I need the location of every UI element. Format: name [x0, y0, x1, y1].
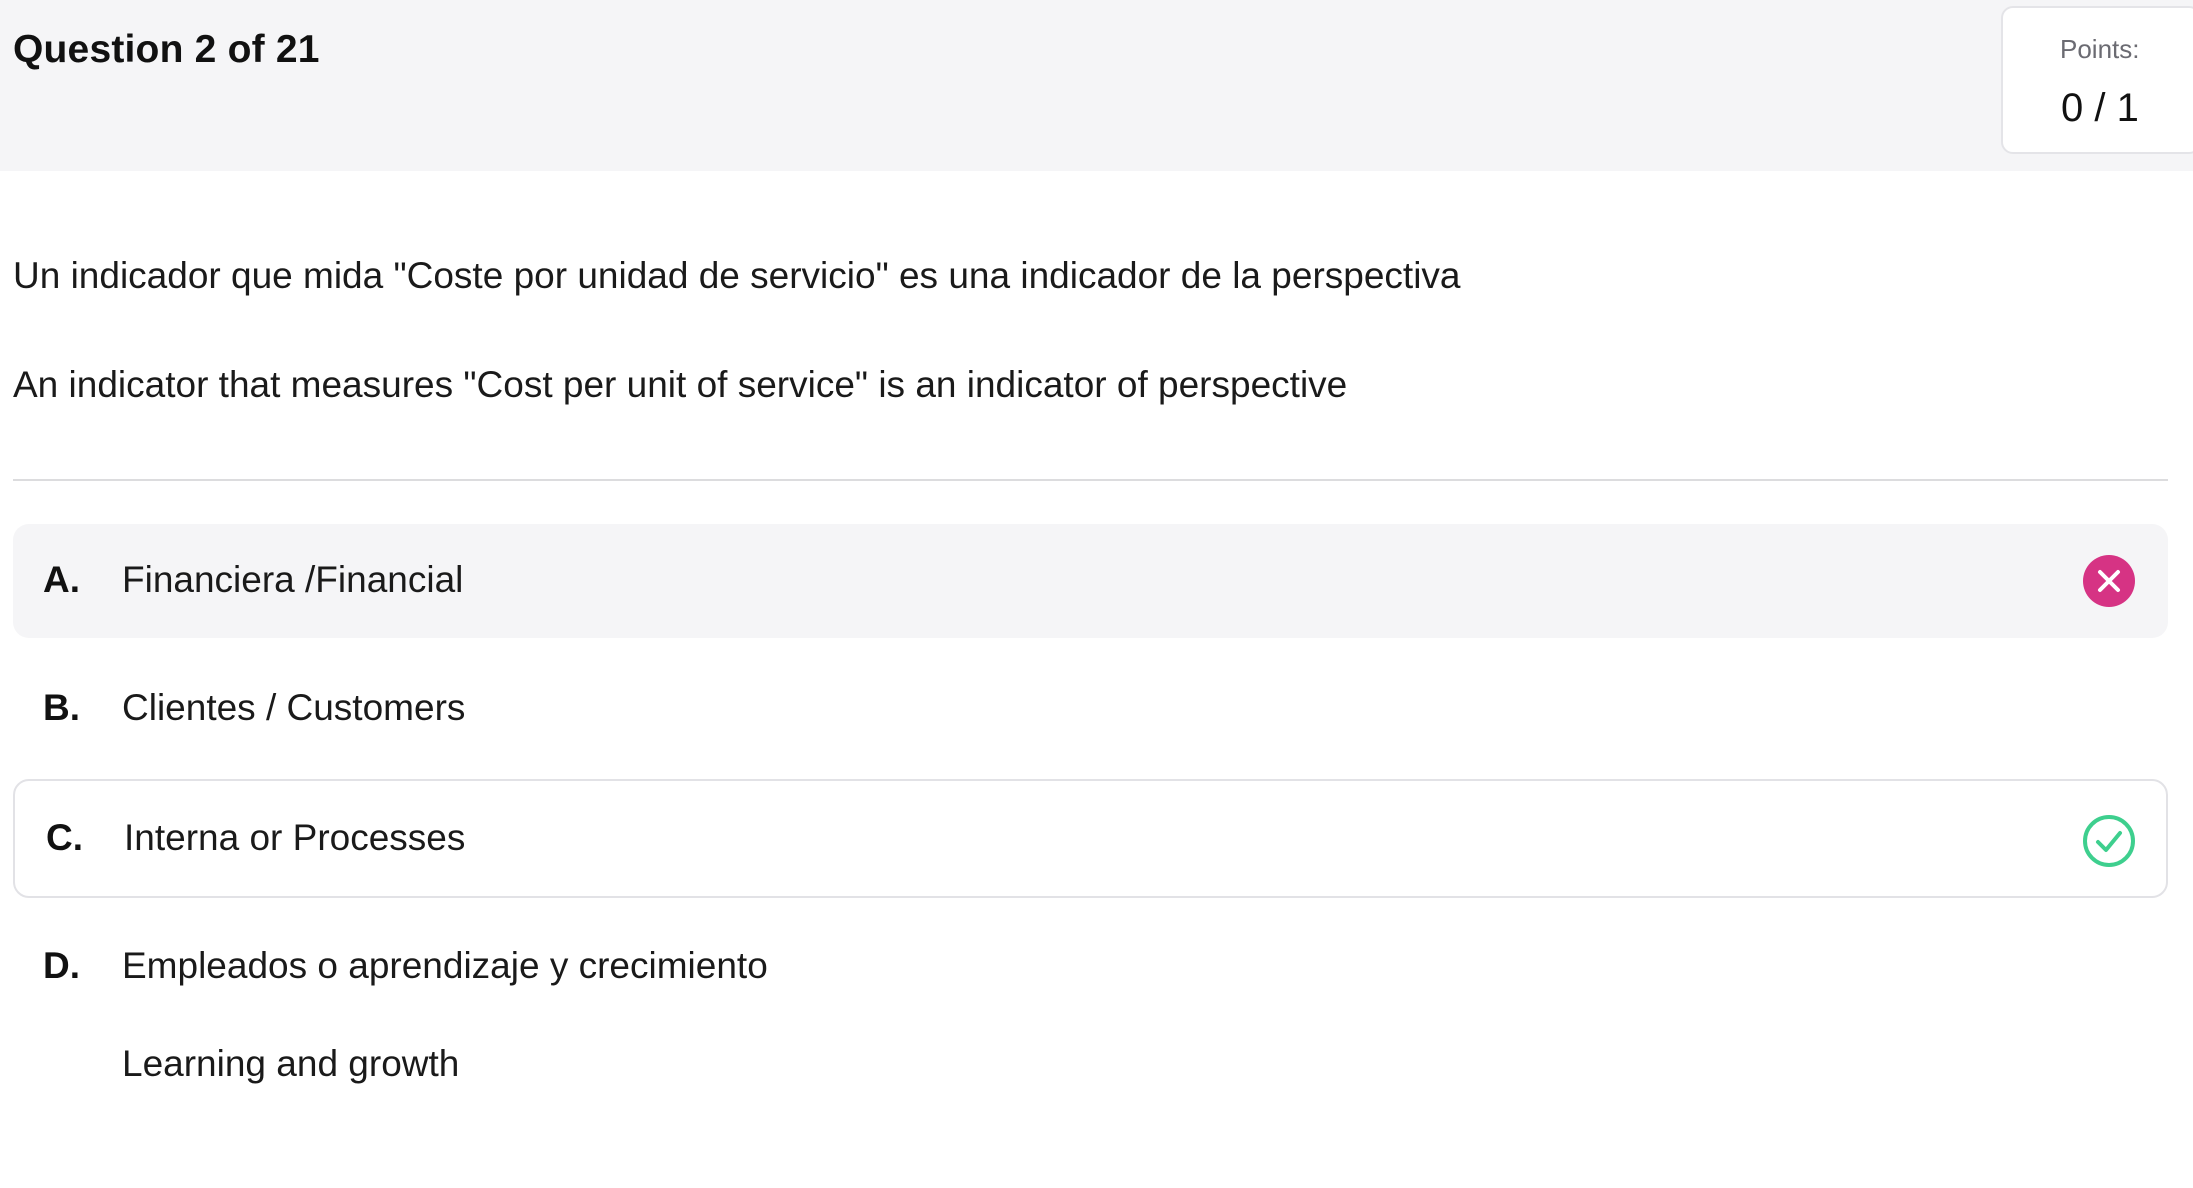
points-label: Points:: [2060, 34, 2140, 64]
question-text-english: An indicator that measures "Cost per uni…: [13, 364, 1348, 405]
option-letter: C.: [46, 817, 83, 858]
option-label: Clientes / Customers: [122, 687, 466, 728]
question-number-title: Question 2 of 21: [13, 28, 320, 71]
divider: [13, 479, 2168, 481]
question-text-spanish: Un indicador que mida "Coste por unidad …: [13, 255, 1461, 296]
points-card: Points: 0 / 1: [2001, 6, 2193, 154]
option-label: Interna or Processes: [124, 817, 466, 858]
x-circle-icon: [2083, 555, 2135, 607]
option-letter: A.: [43, 559, 80, 600]
option-label: Financiera /Financial: [122, 559, 464, 600]
question-header: Question 2 of 21 Points: 0 / 1: [0, 0, 2193, 171]
check-circle-icon: [2083, 815, 2135, 867]
option-letter: D.: [43, 945, 80, 986]
answer-option-a[interactable]: A. Financiera /Financial: [13, 524, 2168, 638]
option-letter: B.: [43, 687, 80, 728]
option-label-secondary: Learning and growth: [122, 1043, 460, 1084]
answer-option-c[interactable]: C. Interna or Processes: [13, 779, 2168, 898]
option-label: Empleados o aprendizaje y crecimiento: [122, 945, 768, 986]
points-value: 0 / 1: [2061, 86, 2139, 130]
answer-option-d[interactable]: D. Empleados o aprendizaje y crecimiento…: [13, 910, 2168, 1100]
answer-option-b[interactable]: B. Clientes / Customers: [13, 652, 2168, 764]
